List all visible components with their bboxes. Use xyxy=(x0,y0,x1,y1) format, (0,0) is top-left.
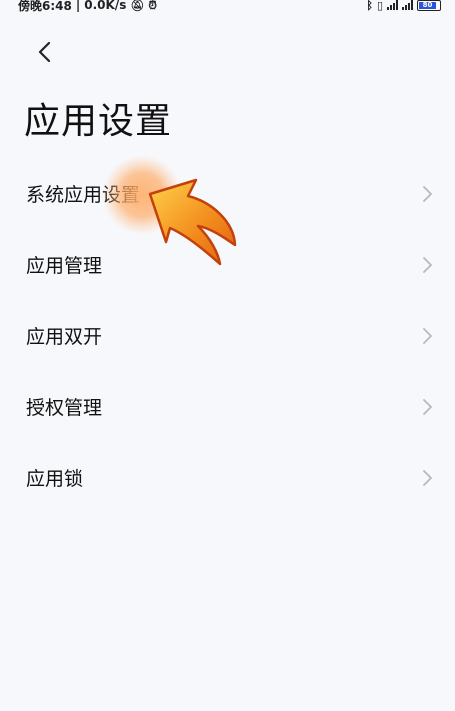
bluetooth-icon: ᛒ xyxy=(366,0,373,12)
menu-item-label: 系统应用设置 xyxy=(26,184,141,206)
menu-item-label: 应用锁 xyxy=(26,468,84,490)
menu-item-app-lock[interactable]: 应用锁 xyxy=(0,442,455,513)
alarm-icon: ⏰︎ xyxy=(148,0,157,12)
menu-item-label: 授权管理 xyxy=(26,397,103,419)
menu-item-label: 应用双开 xyxy=(26,326,103,348)
vibrate-icon: ▯ xyxy=(376,0,383,12)
status-left: 傍晚6:48 | 0.0K/s 🔕︎ ⏰︎ xyxy=(18,0,157,14)
chevron-right-icon xyxy=(423,185,432,202)
menu-item-app-management[interactable]: 应用管理 xyxy=(0,229,455,300)
status-divider: | xyxy=(75,0,81,12)
cellular-signal-icon xyxy=(402,0,413,10)
status-bar: 傍晚6:48 | 0.0K/s 🔕︎ ⏰︎ ᛒ ▯ 80 xyxy=(0,0,455,16)
chevron-right-icon xyxy=(423,398,432,415)
chevron-right-icon xyxy=(423,469,432,486)
network-speed: 0.0K/s xyxy=(84,0,127,12)
chevron-left-icon xyxy=(38,41,51,63)
wifi-signal-icon xyxy=(387,0,398,10)
menu-item-permission-management[interactable]: 授权管理 xyxy=(0,371,455,442)
menu-item-label: 应用管理 xyxy=(26,255,103,277)
menu-item-dual-apps[interactable]: 应用双开 xyxy=(0,300,455,371)
back-button[interactable] xyxy=(30,38,58,66)
status-time: 傍晚6:48 xyxy=(18,0,72,13)
page-title: 应用设置 xyxy=(24,101,173,142)
chevron-right-icon xyxy=(423,256,432,273)
chevron-right-icon xyxy=(423,327,432,344)
settings-menu: 系统应用设置 应用管理 应用双开 授权管理 应用锁 xyxy=(0,158,455,513)
battery-level: 80 xyxy=(419,1,436,9)
menu-item-system-app-settings[interactable]: 系统应用设置 xyxy=(0,158,455,229)
status-right: ᛒ ▯ 80 xyxy=(366,0,441,11)
mute-icon: 🔕︎ xyxy=(130,0,145,12)
battery-icon: 80 xyxy=(417,0,441,11)
